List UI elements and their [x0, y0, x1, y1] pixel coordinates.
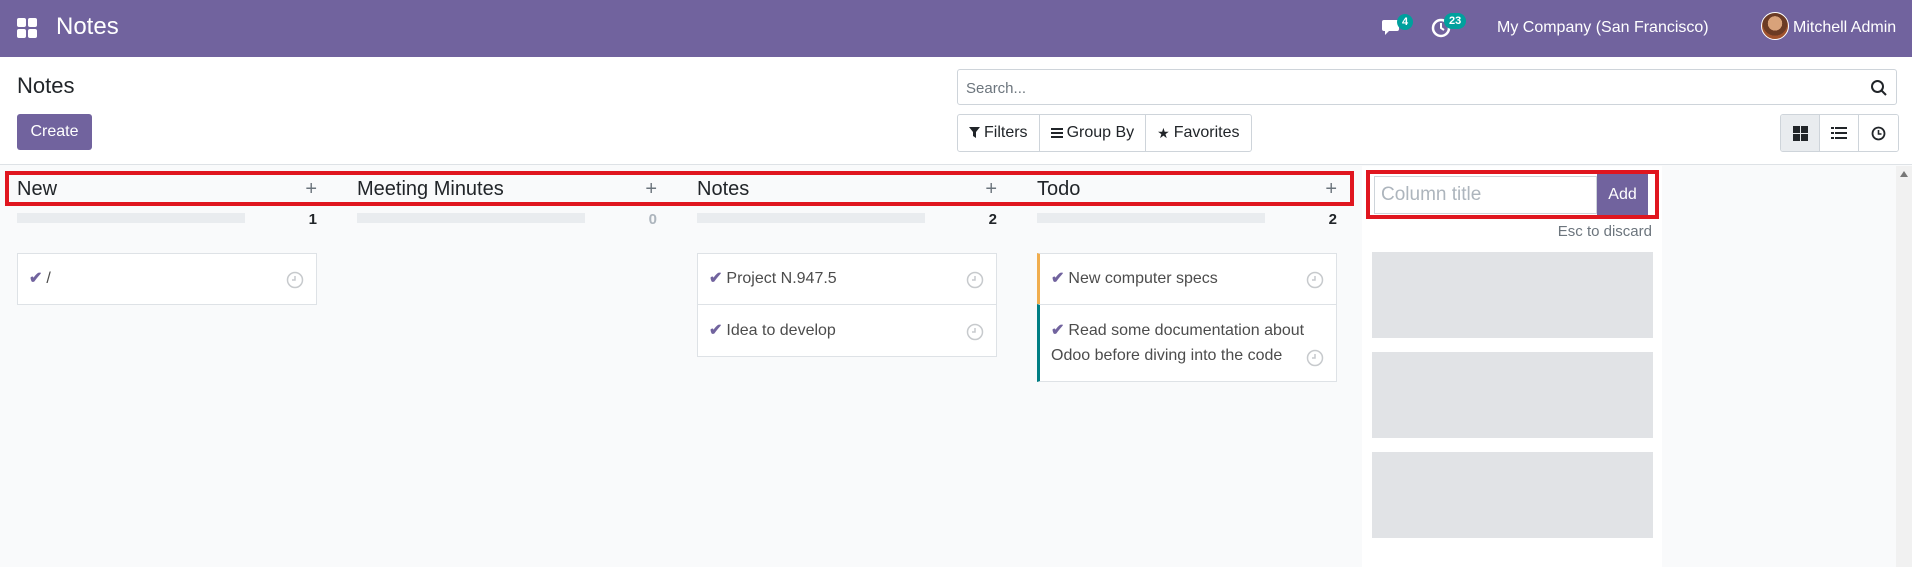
kanban-card[interactable]: ✔ New computer specs: [1037, 253, 1337, 305]
kanban-card[interactable]: ✔ Project N.947.5: [697, 253, 997, 305]
column-progress-bar[interactable]: [357, 213, 585, 223]
column-count: 2: [1328, 211, 1337, 228]
new-column-form: Add: [1366, 170, 1659, 219]
favorites-button[interactable]: ★ Favorites: [1146, 115, 1250, 151]
filters-label: Filters: [984, 124, 1028, 141]
list-view-icon: [1831, 127, 1847, 139]
top-navbar: Notes 4 23 My Company (San Francisco) Mi…: [0, 0, 1912, 57]
app-title[interactable]: Notes: [56, 13, 119, 41]
kanban-view-button[interactable]: [1781, 115, 1820, 151]
kanban-view-icon: [1792, 125, 1808, 141]
column-progress-bar[interactable]: [17, 213, 245, 223]
group-by-label: Group By: [1066, 124, 1135, 141]
search-input[interactable]: [966, 78, 1856, 98]
new-column-panel: Add Esc to discard: [1362, 166, 1662, 567]
column-count: 0: [648, 211, 657, 228]
check-icon[interactable]: ✔: [709, 270, 722, 287]
ghost-column-placeholder: [1372, 452, 1653, 538]
activity-badge: 23: [1444, 13, 1467, 29]
filters-button[interactable]: Filters: [958, 115, 1040, 151]
card-title: /: [46, 270, 51, 287]
user-menu[interactable]: Mitchell Admin: [1793, 19, 1896, 37]
view-switcher: [1780, 114, 1899, 152]
kanban-board: New + 1 ✔ / Meeting Minutes + 0 Notes + 2…: [0, 166, 1912, 567]
column-count: 1: [308, 211, 317, 228]
search-options: Filters Group By ★ Favorites: [957, 114, 1252, 152]
activity-clock-icon[interactable]: [1306, 349, 1324, 367]
search-box: [957, 69, 1897, 105]
favorites-label: Favorites: [1173, 124, 1240, 141]
user-avatar[interactable]: [1761, 12, 1789, 40]
column-title-input[interactable]: [1374, 175, 1597, 214]
activity-clock-icon[interactable]: [966, 323, 984, 341]
column-headers-highlight: [5, 171, 1354, 206]
filter-icon: [969, 127, 980, 138]
card-title: New computer specs: [1068, 270, 1218, 287]
ghost-column-placeholder: [1372, 352, 1653, 438]
card-title: Idea to develop: [726, 322, 836, 339]
vertical-scrollbar[interactable]: [1896, 166, 1912, 567]
kanban-card[interactable]: ✔ Idea to develop: [697, 304, 997, 357]
page-title: Notes: [17, 73, 75, 98]
column-progress-bar[interactable]: [1037, 213, 1265, 223]
activity-clock-icon[interactable]: [1306, 271, 1324, 289]
kanban-card[interactable]: ✔ /: [17, 253, 317, 305]
check-icon[interactable]: ✔: [1051, 270, 1064, 287]
list-icon: [1050, 128, 1063, 138]
group-by-button[interactable]: Group By: [1040, 115, 1147, 151]
column-count: 2: [988, 211, 997, 228]
ghost-column-placeholder: [1372, 252, 1653, 338]
esc-discard-hint: Esc to discard: [1557, 223, 1652, 240]
list-view-button[interactable]: [1820, 115, 1859, 151]
create-button[interactable]: Create: [17, 114, 92, 150]
kanban-card[interactable]: ✔ Read some documentation about Odoo befo…: [1037, 304, 1337, 382]
check-icon[interactable]: ✔: [709, 322, 722, 339]
scroll-up-icon[interactable]: [1900, 171, 1908, 177]
company-switcher[interactable]: My Company (San Francisco): [1497, 19, 1709, 37]
check-icon[interactable]: ✔: [29, 270, 42, 287]
control-panel: Notes Create Filters Group By ★ Favorite…: [0, 57, 1912, 165]
apps-menu-icon[interactable]: [17, 18, 37, 38]
chat-badge: 4: [1397, 14, 1414, 30]
activity-clock-icon[interactable]: [286, 271, 304, 289]
card-title: Project N.947.5: [726, 270, 837, 287]
check-icon[interactable]: ✔: [1051, 322, 1064, 339]
activity-clock-icon[interactable]: [966, 271, 984, 289]
activity-view-button[interactable]: [1859, 115, 1898, 151]
activity-view-icon: [1871, 126, 1886, 140]
card-title: Read some documentation about Odoo befor…: [1051, 322, 1305, 364]
search-icon[interactable]: [1870, 79, 1888, 97]
add-column-button[interactable]: Add: [1597, 174, 1648, 215]
star-icon: ★: [1157, 124, 1170, 141]
column-progress-bar[interactable]: [697, 213, 925, 223]
